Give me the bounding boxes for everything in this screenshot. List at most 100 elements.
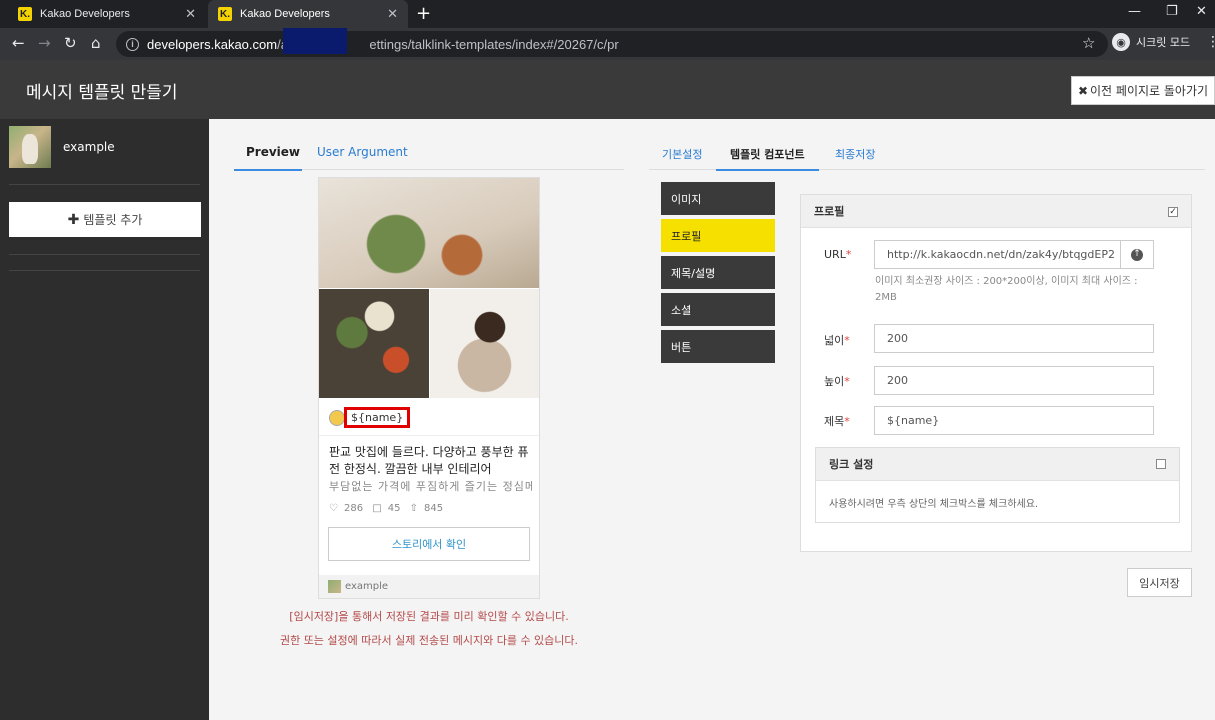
reload-icon[interactable]: ↻ xyxy=(64,34,77,52)
share-icon: ⇧ xyxy=(409,503,419,514)
comment-count: 45 xyxy=(387,503,401,514)
width-label: 넓이* xyxy=(824,334,850,347)
panel-title: 프로필 xyxy=(814,205,845,218)
bookmark-star-icon[interactable]: ☆ xyxy=(1082,34,1095,52)
card-profile: ${name} xyxy=(329,407,411,428)
food-photo-left xyxy=(319,289,429,398)
preview-notice-2: 권한 또는 설정에 따라서 실제 전송된 메시지와 다를 수 있습니다. xyxy=(279,634,579,647)
card-social-stats: ♡ 286 □ 45 ⇧ 845 xyxy=(329,503,449,514)
tab-close-icon[interactable]: ✕ xyxy=(185,6,196,22)
link-settings-header: 링크 설정 xyxy=(816,448,1179,481)
height-input[interactable]: 200 xyxy=(874,366,1154,395)
close-icon: ✖ xyxy=(1077,83,1089,98)
profile-settings-panel: 프로필 ✓ URL* http://k.kakaocdn.net/dn/zak4… xyxy=(800,194,1192,552)
component-button[interactable]: 버튼 xyxy=(661,330,775,363)
comment-icon: □ xyxy=(372,503,382,514)
card-title: 판교 맛집에 들르다. 다양하고 풍부한 퓨전 한정식. 깔끔한 내부 인테리어 xyxy=(329,445,529,476)
component-image[interactable]: 이미지 xyxy=(661,182,775,215)
food-photo-right xyxy=(430,289,539,398)
link-settings-description: 사용하시려면 우측 상단의 체크박스를 체크하세요. xyxy=(829,499,1039,510)
message-preview-card: ${name} 판교 맛집에 들르다. 다양하고 풍부한 퓨전 한정식. 깔끔한… xyxy=(318,177,540,599)
card-description: 부담없는 가격에 푸짐하게 즐기는 정심메뉴 xyxy=(329,480,533,493)
main-content: Preview User Argument ${name} 판교 맛집에 들르다… xyxy=(209,119,1215,720)
plus-icon: ✚ xyxy=(67,211,80,228)
panel-header: 프로필 xyxy=(801,195,1191,228)
app-header: 메시지 템플릿 만들기 ✖ 이전 페이지로 돌아가기 xyxy=(0,60,1215,119)
title-label: 제목* xyxy=(824,415,850,428)
new-tab-button[interactable]: + xyxy=(416,3,431,24)
tab-final-save[interactable]: 최종저장 xyxy=(835,146,875,162)
link-enable-checkbox[interactable] xyxy=(1156,459,1166,469)
avatar xyxy=(9,126,51,168)
url-hint: 이미지 최소권장 사이즈 : 200*200이상, 이미지 최대 사이즈 : 2… xyxy=(875,276,1138,303)
tab-close-icon[interactable]: ✕ xyxy=(387,6,398,22)
temp-save-button[interactable]: 임시저장 xyxy=(1127,568,1192,597)
address-bar[interactable]: i developers.kakao.com/appettings/talkli… xyxy=(116,31,1108,57)
food-photo-main xyxy=(319,178,539,288)
settings-tabs: 기본설정 템플릿 컴포넌트 최종저장 xyxy=(649,139,1205,171)
divider xyxy=(9,254,200,255)
kakao-favicon-icon: K. xyxy=(18,7,32,21)
browser-menu-icon[interactable]: ⋮ xyxy=(1206,34,1215,50)
incognito-icon: ◉ xyxy=(1112,33,1130,51)
back-arrow-icon[interactable]: ← xyxy=(12,34,25,52)
minimize-icon[interactable]: — xyxy=(1128,4,1141,19)
height-label: 높이* xyxy=(824,375,850,388)
info-icon[interactable]: i xyxy=(126,37,139,51)
footer-avatar xyxy=(328,580,341,593)
link-settings-box: 링크 설정 사용하시려면 우측 상단의 체크박스를 체크하세요. xyxy=(815,447,1180,523)
add-template-label: 템플릿 추가 xyxy=(83,213,143,227)
url-input[interactable]: http://k.kakaocdn.net/dn/zak4y/btqgdEP2 xyxy=(874,240,1154,269)
profile-name: example xyxy=(63,140,115,154)
width-input[interactable]: 200 xyxy=(874,324,1154,353)
incognito-label: 시크릿 모드 xyxy=(1136,36,1191,49)
home-icon[interactable]: ⌂ xyxy=(91,34,101,52)
like-count: 286 xyxy=(343,503,364,514)
tab-user-argument[interactable]: User Argument xyxy=(317,145,408,159)
upload-arrow-icon: ↑ xyxy=(1131,248,1143,261)
title-input[interactable]: ${name} xyxy=(874,406,1154,435)
component-profile[interactable]: 프로필 xyxy=(661,219,775,252)
incognito-indicator[interactable]: ◉ 시크릿 모드 xyxy=(1112,33,1190,51)
tab-basic-settings[interactable]: 기본설정 xyxy=(662,146,702,162)
back-button-label: 이전 페이지로 돌아가기 xyxy=(1090,84,1209,98)
tab-title: Kakao Developers xyxy=(40,8,130,20)
maximize-icon[interactable]: ❐ xyxy=(1166,4,1178,19)
card-footer: example xyxy=(319,575,539,598)
browser-tab-2[interactable]: K. Kakao Developers ✕ xyxy=(208,0,408,28)
profile-enable-checkbox[interactable]: ✓ xyxy=(1168,207,1178,217)
window-close-icon[interactable]: ✕ xyxy=(1196,4,1207,19)
tab-preview[interactable]: Preview xyxy=(233,145,303,171)
upload-button[interactable]: ↑ xyxy=(1120,241,1153,268)
divider xyxy=(319,435,539,436)
footer-name: example xyxy=(345,581,389,592)
profile-avatar-icon xyxy=(329,409,345,426)
component-menu: 이미지 프로필 제목/설명 소셜 버튼 xyxy=(661,182,775,367)
forward-arrow-icon[interactable]: → xyxy=(38,34,51,52)
divider xyxy=(9,184,200,185)
tab-template-components[interactable]: 템플릿 컴포넌트 xyxy=(716,146,819,171)
share-count: 845 xyxy=(424,503,444,514)
profile-name-highlight: ${name} xyxy=(344,407,411,428)
url-label: URL* xyxy=(824,248,852,261)
back-to-previous-button[interactable]: ✖ 이전 페이지로 돌아가기 xyxy=(1071,76,1215,105)
browser-tabbar: K. Kakao Developers ✕ K. Kakao Developer… xyxy=(0,0,1215,28)
like-icon: ♡ xyxy=(329,503,338,514)
divider xyxy=(9,270,200,271)
preview-notice-1: [임시저장]을 통해서 저장된 결과를 미리 확인할 수 있습니다. xyxy=(289,610,569,623)
url-text: developers.kakao.com/appettings/talklink… xyxy=(147,36,619,52)
component-title-description[interactable]: 제목/설명 xyxy=(661,256,775,289)
sidebar: example ✚ 템플릿 추가 xyxy=(0,119,209,720)
link-settings-title: 링크 설정 xyxy=(829,458,874,471)
page-title: 메시지 템플릿 만들기 xyxy=(26,83,178,103)
browser-tab-1[interactable]: K. Kakao Developers ✕ xyxy=(8,0,206,28)
sidebar-profile[interactable]: example xyxy=(9,126,115,168)
kakao-favicon-icon: K. xyxy=(218,7,232,21)
component-social[interactable]: 소셜 xyxy=(661,293,775,326)
browser-toolbar: ← → ↻ ⌂ i developers.kakao.com/appetting… xyxy=(0,28,1215,60)
redaction-block xyxy=(283,28,347,54)
tab-title: Kakao Developers xyxy=(240,8,330,20)
view-in-story-button[interactable]: 스토리에서 확인 xyxy=(328,527,530,561)
preview-tabs: Preview User Argument xyxy=(233,139,624,171)
add-template-button[interactable]: ✚ 템플릿 추가 xyxy=(9,202,201,237)
